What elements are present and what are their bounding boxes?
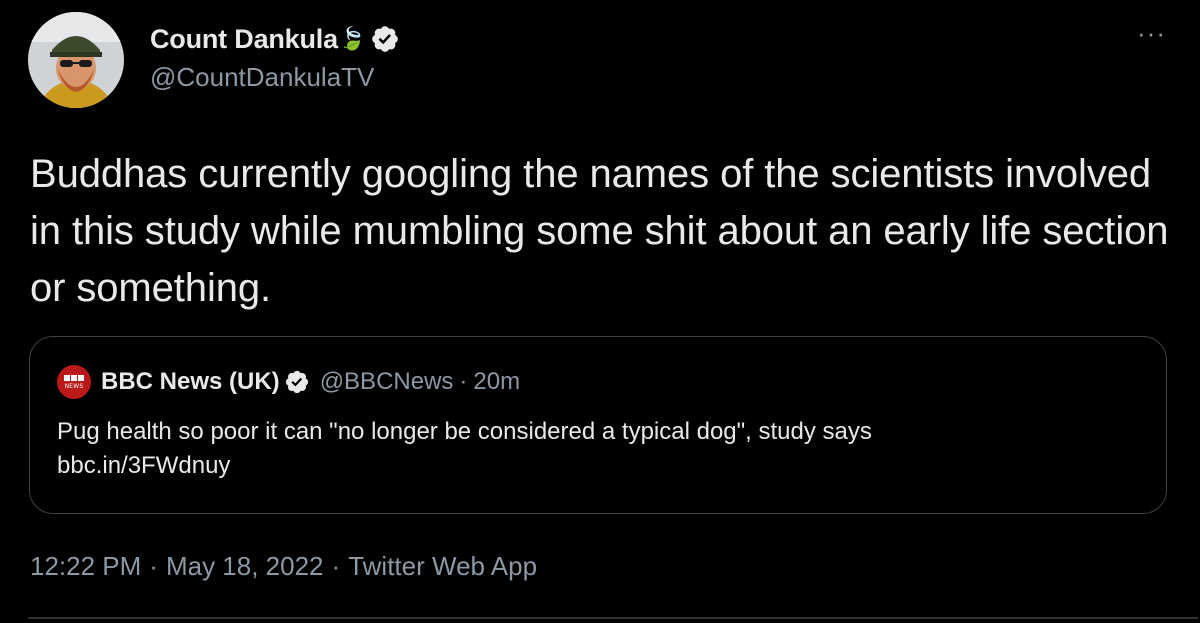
more-options-icon[interactable]: ··· [1137,18,1166,49]
tweet-source[interactable]: Twitter Web App [348,551,537,582]
quoted-separator: · [459,368,468,395]
divider [28,617,1198,619]
display-name-row[interactable]: Count Dankula 🍃 [150,22,400,56]
bbc-blocks-icon [64,374,84,381]
bbc-news-avatar[interactable]: NEWS [57,365,91,399]
tweet-date[interactable]: May 18, 2022 [166,551,324,582]
tweet-metadata: 12:22 PM · May 18, 2022 · Twitter Web Ap… [30,551,537,582]
quoted-timestamp[interactable]: 20m [473,368,520,396]
author-handle[interactable]: @CountDankulaTV [150,62,400,93]
verified-badge-icon [372,26,399,52]
tweet-text: Buddhas currently googling the names of … [30,152,1169,310]
meta-separator: · [149,551,158,581]
quoted-handle[interactable]: @BBCNews [320,368,454,396]
author-display-name[interactable]: Count Dankula [150,24,338,55]
tweet-time[interactable]: 12:22 PM [30,551,141,582]
name-emoji: 🍃 [338,26,367,52]
quoted-tweet[interactable]: NEWS BBC News (UK) @BBCNews · 20m Pug he… [29,336,1167,514]
verified-badge-icon [285,370,308,394]
meta-separator: · [331,551,341,581]
tweet: Count Dankula 🍃 @CountDankulaTV ··· Budd… [0,0,1200,623]
quoted-tweet-header: NEWS BBC News (UK) @BBCNews · 20m [57,365,520,399]
avatar-image [28,12,124,108]
quoted-display-name[interactable]: BBC News (UK) [101,368,280,396]
author-block: Count Dankula 🍃 @CountDankulaTV [150,22,400,93]
bbc-logo-text: NEWS [64,382,84,390]
quoted-text-line: Pug health so poor it can "no longer be … [57,418,872,445]
avatar[interactable] [28,12,124,108]
quoted-link[interactable]: bbc.in/3FWdnuy [57,449,1147,483]
quoted-tweet-text: Pug health so poor it can "no longer be … [57,415,1147,483]
